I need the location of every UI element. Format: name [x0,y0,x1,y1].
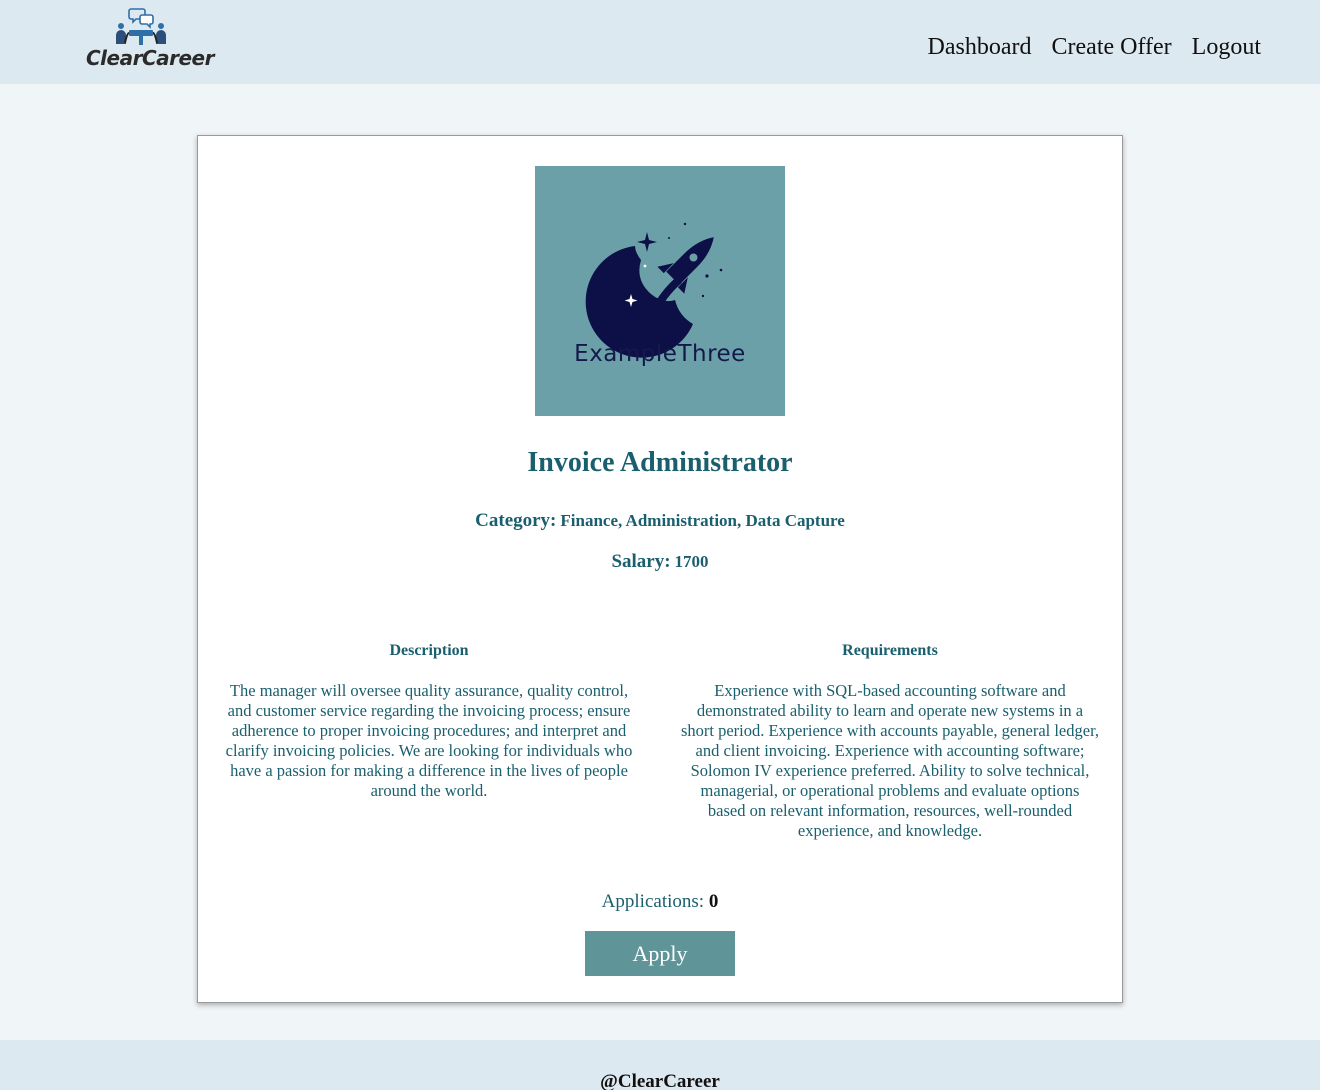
applications-count: 0 [708,891,719,912]
nav-links: Dashboard Create Offer Logout [928,32,1261,62]
description-text: The manager will oversee quality assuran… [225,681,633,800]
nav-create-offer-link[interactable]: Create Offer [1052,32,1172,62]
company-logo: ExampleThree [535,166,785,416]
apply-button[interactable]: Apply [585,931,735,976]
brand-name: ClearCareer [86,46,215,70]
company-name: ExampleThree [574,341,746,367]
applications-label: Applications: [601,891,705,912]
requirements-text: Experience with SQL-based accounting sof… [680,681,1100,840]
applications-line: Applications: 0 [198,891,1122,913]
category-value: Finance, Administration, Data Capture [560,511,845,530]
requirements-section: Requirements Experience with SQL-based a… [680,641,1100,841]
rocket-moon-icon [585,222,723,358]
nav-logout-link[interactable]: Logout [1192,32,1261,62]
page-footer: @ClearCareer [0,1040,1320,1090]
category-line: Category: Finance, Administration, Data … [198,510,1122,532]
brand-logo[interactable]: ClearCareer [86,6,215,72]
description-section: Description The manager will oversee qua… [219,641,639,801]
footer-text: @ClearCareer [600,1071,720,1090]
nav-dashboard-link[interactable]: Dashboard [928,32,1032,62]
top-navbar: ClearCareer Dashboard Create Offer Logou… [0,0,1320,84]
salary-line: Salary: 1700 [198,551,1122,573]
job-title: Invoice Administrator [527,447,793,478]
salary-value: 1700 [674,552,709,571]
salary-label: Salary: [611,551,671,572]
category-label: Category: [475,510,557,531]
requirements-heading: Requirements [842,642,938,659]
people-chat-icon [116,8,166,45]
job-offer-card: ExampleThree Invoice Administrator Categ… [197,135,1123,1003]
description-heading: Description [389,642,469,659]
